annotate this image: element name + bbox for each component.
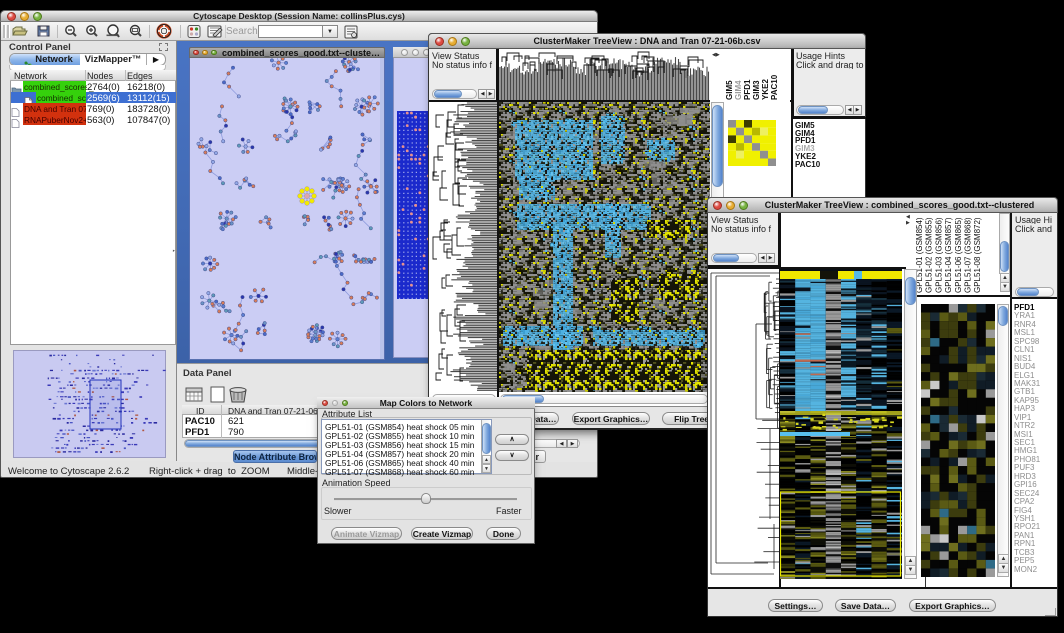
svg-text:YKE2: YKE2 — [761, 79, 770, 100]
svg-text:GPL51-02 (GSM855): GPL51-02 (GSM855) — [925, 217, 934, 293]
svg-text:GPL51-03 (GSM856): GPL51-03 (GSM856) — [934, 217, 943, 293]
svg-text:GIM3: GIM3 — [752, 80, 761, 100]
svg-text:GIM4: GIM4 — [734, 80, 743, 100]
svg-text:GPL51-07 (GSM868): GPL51-07 (GSM868) — [964, 217, 973, 293]
svg-text:GPL51-04 (GSM857): GPL51-04 (GSM857) — [944, 217, 953, 293]
svg-text:GIM5: GIM5 — [725, 80, 734, 100]
svg-text:GPL51-06 (GSM865): GPL51-06 (GSM865) — [954, 217, 963, 293]
svg-text:PAC10: PAC10 — [770, 74, 779, 100]
svg-text:GPL51-08 (GSM872): GPL51-08 (GSM872) — [973, 217, 982, 293]
svg-text:PFD1: PFD1 — [743, 79, 752, 100]
